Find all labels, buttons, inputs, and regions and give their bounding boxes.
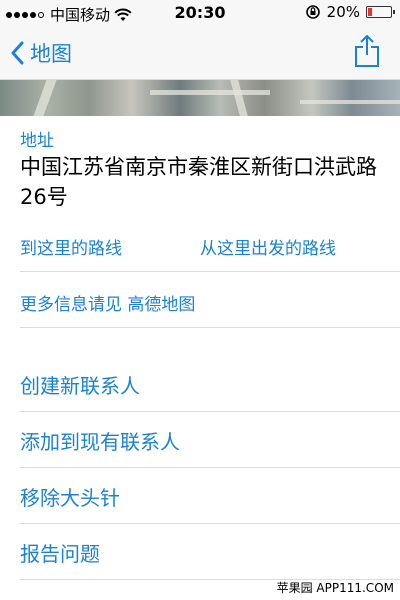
- navigation-bar: 地图: [0, 26, 400, 80]
- watermark: 苹果园 APP111.COM: [276, 581, 394, 595]
- battery-fill: [368, 8, 373, 16]
- add-existing-contact-row: 添加到现有联系人: [20, 412, 400, 468]
- share-button[interactable]: [354, 34, 380, 72]
- battery-icon: [366, 6, 395, 18]
- directions-row: 到这里的路线 从这里出发的路线: [20, 216, 400, 272]
- remove-pin-button[interactable]: 移除大头针: [20, 482, 120, 511]
- share-icon: [355, 35, 379, 67]
- back-label: 地图: [30, 42, 72, 66]
- create-new-contact-button[interactable]: 创建新联系人: [20, 370, 140, 399]
- create-contact-row: 创建新联系人: [20, 356, 400, 412]
- add-to-existing-contact-button[interactable]: 添加到现有联系人: [20, 426, 180, 455]
- rotation-lock-icon: [305, 5, 320, 19]
- address-text: 中国江苏省南京市秦淮区新街口洪武路26号: [20, 155, 377, 209]
- more-info-link[interactable]: 更多信息请见 高德地图: [20, 290, 195, 315]
- status-right: 20%: [305, 3, 395, 21]
- battery-percent: 20%: [326, 3, 360, 21]
- address-label: 地址: [20, 131, 54, 151]
- remove-pin-row: 移除大头针: [20, 468, 400, 524]
- status-bar: 中国移动 20:30 20%: [0, 0, 400, 26]
- chevron-left-icon: [11, 41, 24, 65]
- directions-to-here-link[interactable]: 到这里的路线: [20, 234, 122, 259]
- report-problem-row: 报告问题: [20, 524, 400, 580]
- map-thumbnail[interactable]: [0, 80, 400, 116]
- more-info-row: 更多信息请见 高德地图: [20, 272, 400, 328]
- directions-from-here-link[interactable]: 从这里出发的路线: [200, 234, 336, 259]
- back-button[interactable]: 地图: [10, 38, 72, 68]
- report-problem-button[interactable]: 报告问题: [20, 538, 100, 567]
